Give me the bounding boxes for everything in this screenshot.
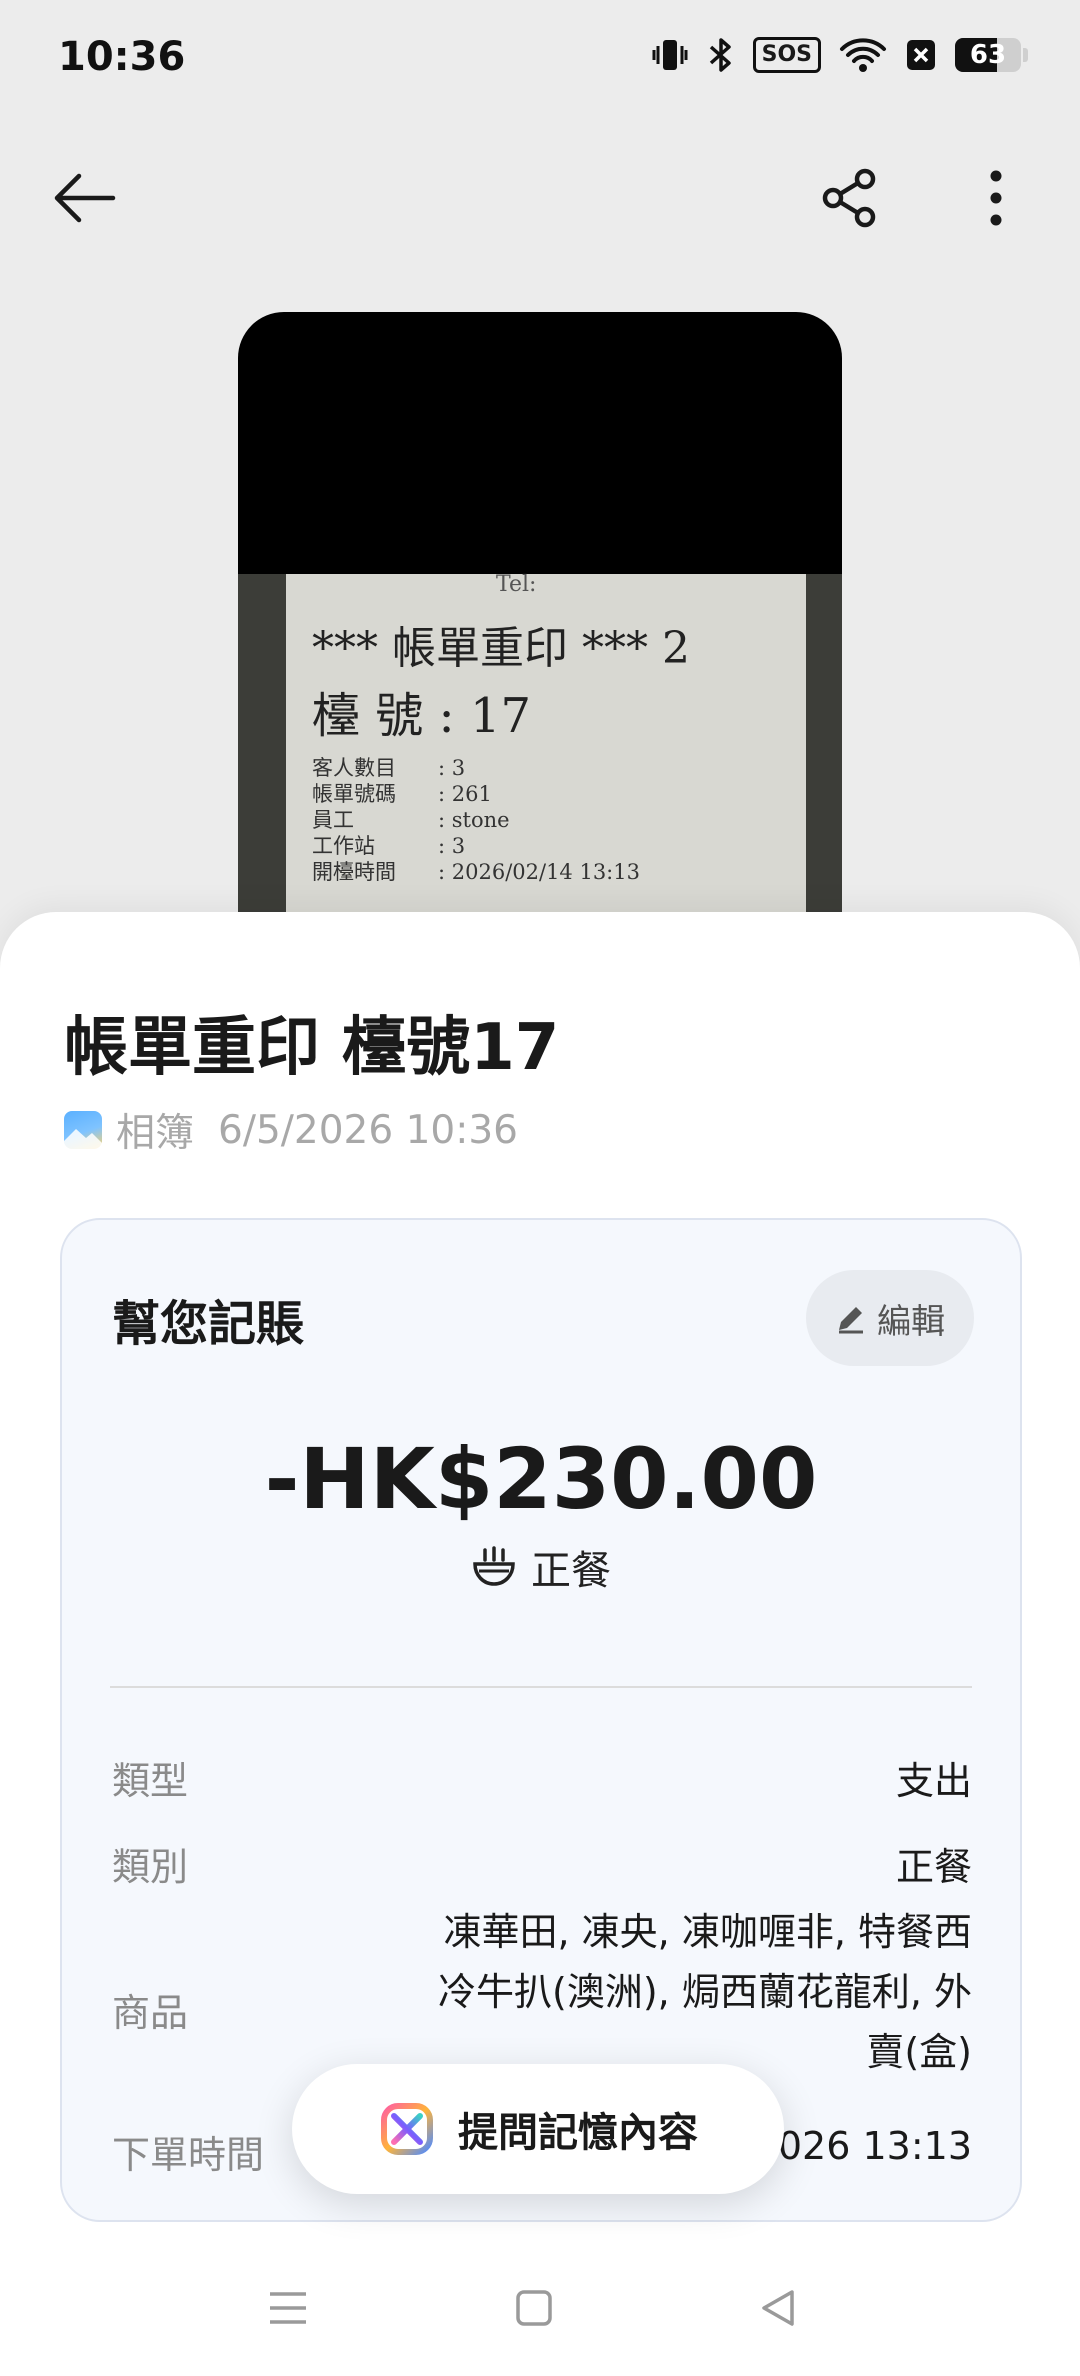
status-time: 10:36 (58, 34, 186, 80)
battery-cap (1023, 48, 1028, 62)
type-label: 類型 (112, 1759, 189, 1803)
category-line: 正餐 (62, 1538, 1020, 1596)
back-button[interactable] (36, 150, 132, 246)
receipt-photo[interactable]: Tel: *** 帳單重印 *** 2 檯 號 : 17 客人數目: 3 帳單號… (238, 312, 842, 952)
bluetooth-icon (709, 38, 731, 72)
receipt-paper: Tel: *** 帳單重印 *** 2 檯 號 : 17 客人數目: 3 帳單號… (286, 572, 806, 952)
battery-level: 63 (969, 40, 1007, 70)
order-time-label: 下單時間 (112, 2133, 265, 2177)
order-time-value: 2026 13:13 (753, 2124, 972, 2168)
menu-icon (270, 2292, 306, 2324)
card-title: 幫您記賬 (112, 1296, 305, 1352)
type-value: 支出 (895, 1759, 972, 1803)
receipt-tel: Tel: (496, 572, 537, 597)
divider (110, 1686, 972, 1688)
edit-label: 編輯 (877, 1301, 945, 1342)
receipt-image: Tel: *** 帳單重印 *** 2 檯 號 : 17 客人數目: 3 帳單號… (238, 572, 842, 952)
category-label: 類別 (112, 1845, 189, 1889)
share-icon (822, 168, 876, 228)
status-icons: SOS 63 (651, 36, 1028, 74)
ask-memory-button[interactable]: 提問記憶內容 (292, 2064, 784, 2194)
receipt-table-number: 檯 號 : 17 (312, 688, 532, 744)
arrow-left-icon (54, 173, 116, 223)
home-square-icon (516, 2290, 552, 2326)
items-value: 凍華田, 凍央, 凍咖喱非, 特餐西冷牛扒(澳洲), 焗西蘭花龍利, 外賣(盒) (438, 1910, 972, 2074)
nav-back-button[interactable] (738, 2276, 818, 2340)
status-bar: 10:36 SOS 63 (0, 0, 1080, 120)
edit-button[interactable]: 編輯 (806, 1270, 974, 1366)
battery-icon: 63 (955, 38, 1021, 72)
amount: -HK$230.00 (264, 1430, 818, 1528)
category-value: 正餐 (895, 1845, 972, 1889)
receipt-heading: *** 帳單重印 *** 2 (312, 623, 690, 674)
wifi-icon (840, 38, 886, 72)
no-sim-icon (907, 40, 935, 70)
ask-memory-label: 提問記憶內容 (458, 2110, 698, 2156)
pencil-icon (839, 1307, 863, 1334)
system-nav-bar (0, 2248, 1080, 2376)
share-button[interactable] (802, 150, 898, 246)
category-text: 正餐 (531, 1548, 611, 1594)
album-icon (64, 1111, 102, 1149)
more-vertical-icon (990, 170, 1002, 226)
back-triangle-icon (762, 2290, 794, 2326)
sos-icon: SOS (752, 37, 821, 73)
capture-date: 6/5/2026 10:36 (218, 1107, 518, 1153)
ai-assistant-icon (381, 2103, 433, 2155)
source-meta: 相簿 6/5/2026 10:36 (64, 1102, 518, 1158)
source-label: 相簿 (116, 1111, 195, 1156)
more-options-button[interactable] (948, 150, 1044, 246)
vibrate-icon (652, 40, 688, 70)
bowl-icon (473, 1546, 515, 1586)
page-title: 帳單重印 檯號17 (64, 1011, 560, 1085)
nav-menu-button[interactable] (248, 2276, 328, 2340)
nav-home-button[interactable] (494, 2276, 574, 2340)
items-label: 商品 (112, 1991, 189, 2035)
receipt-row: 開檯時間: 2026/02/14 13:13 (312, 860, 640, 884)
